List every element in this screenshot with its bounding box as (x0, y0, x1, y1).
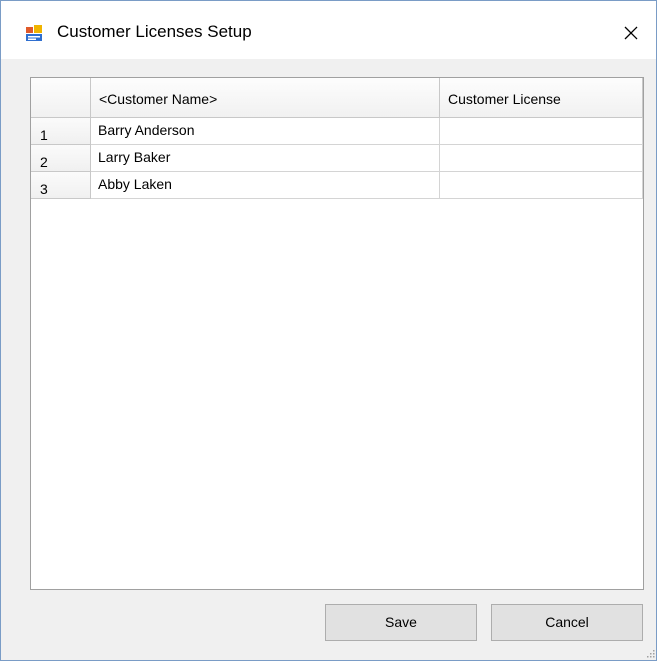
row-number: 1 (40, 127, 48, 143)
window-title: Customer Licenses Setup (57, 22, 252, 41)
table-row[interactable]: 2 Larry Baker (31, 145, 643, 172)
close-icon[interactable] (613, 15, 649, 51)
customer-name-text: Larry Baker (98, 149, 171, 165)
customer-license-cell[interactable] (440, 145, 643, 172)
corner-header-cell[interactable] (31, 78, 91, 118)
save-button[interactable]: Save (325, 604, 477, 641)
customer-license-cell[interactable] (440, 172, 643, 199)
table-row[interactable]: 3 Abby Laken (31, 172, 643, 199)
row-header[interactable]: 3 (31, 172, 91, 199)
column-header-customer-name[interactable]: <Customer Name> (91, 78, 440, 118)
form-app-icon (25, 24, 43, 42)
customer-name-text: Abby Laken (98, 176, 172, 192)
row-number: 2 (40, 154, 48, 170)
column-header-customer-license[interactable]: Customer License (440, 78, 643, 118)
cancel-button[interactable]: Cancel (491, 604, 643, 641)
row-header[interactable]: 1 (31, 118, 91, 145)
row-header[interactable]: 2 (31, 145, 91, 172)
customer-name-text: Barry Anderson (98, 122, 195, 138)
grid-header-row: <Customer Name> Customer License (31, 78, 643, 118)
customer-license-cell[interactable] (440, 118, 643, 145)
customer-license-grid[interactable]: <Customer Name> Customer License 1 Barry… (30, 77, 644, 590)
table-row[interactable]: 1 Barry Anderson (31, 118, 643, 145)
row-number: 3 (40, 181, 48, 197)
customer-name-cell[interactable]: Abby Laken (91, 172, 440, 199)
customer-name-cell[interactable]: Barry Anderson (91, 118, 440, 145)
resize-grip-icon[interactable] (646, 649, 655, 658)
column-header-label: Customer License (448, 91, 561, 107)
dialog-window: Customer Licenses Setup <Customer Name> … (0, 0, 657, 661)
column-header-label: <Customer Name> (99, 91, 218, 107)
title-bar[interactable]: Customer Licenses Setup (1, 1, 656, 59)
customer-name-cell[interactable]: Larry Baker (91, 145, 440, 172)
